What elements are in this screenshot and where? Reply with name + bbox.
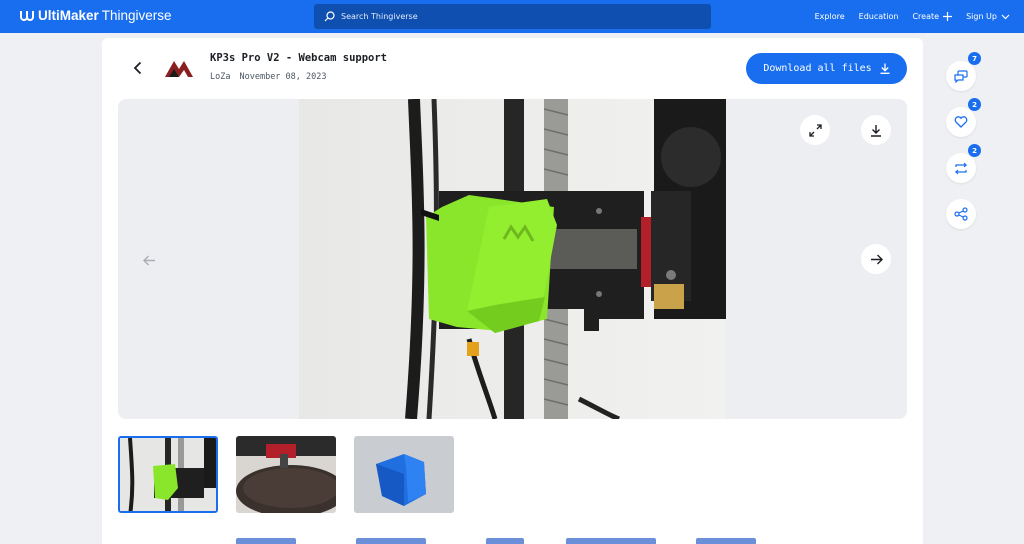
main-photo — [299, 99, 726, 419]
thumbnail-2-image — [236, 436, 336, 513]
expand-icon — [808, 123, 822, 137]
download-all-files-button[interactable]: Download all files — [746, 53, 907, 84]
remix-icon — [954, 162, 968, 174]
share-button[interactable] — [946, 199, 976, 229]
arrow-right-icon — [870, 254, 883, 264]
search-input[interactable]: Search Thingiverse — [314, 4, 711, 29]
tab-5[interactable] — [696, 538, 756, 544]
previous-image-button[interactable] — [139, 250, 159, 270]
likes-count-badge: 2 — [968, 98, 981, 111]
download-icon — [880, 63, 890, 74]
search-icon — [324, 11, 335, 22]
top-navigation-bar: UltiMaker Thingiverse Search Thingiverse… — [0, 0, 1024, 33]
author-link[interactable]: LoZa — [210, 72, 230, 82]
remixes-count-badge: 2 — [968, 144, 981, 157]
thumbnail-3[interactable] — [354, 436, 454, 513]
nav-explore[interactable]: Explore — [815, 12, 845, 21]
brand-name-light: Thingiverse — [101, 8, 172, 23]
thing-detail-tabs — [230, 534, 810, 544]
chevron-left-icon — [133, 61, 141, 75]
chevron-down-icon — [1001, 14, 1010, 19]
thing-meta: LoZa November 08, 2023 — [210, 72, 326, 82]
thumbnail-1[interactable] — [118, 436, 218, 513]
comments-button[interactable]: 7 — [946, 52, 981, 91]
top-nav-links: Explore Education Create Sign Up — [815, 0, 1010, 33]
like-button[interactable]: 2 — [946, 98, 981, 137]
tab-3[interactable] — [486, 538, 524, 544]
nav-education[interactable]: Education — [859, 12, 899, 21]
thumbnail-3-image — [354, 436, 454, 513]
comments-icon — [954, 69, 968, 83]
thumbnail-2[interactable] — [236, 436, 336, 513]
nav-signup[interactable]: Sign Up — [966, 12, 1010, 21]
creator-avatar[interactable] — [162, 55, 196, 81]
fullscreen-button[interactable] — [800, 115, 830, 145]
remix-button[interactable]: 2 — [946, 144, 981, 183]
back-button[interactable] — [127, 58, 147, 78]
ultimaker-logo-icon — [20, 11, 34, 21]
arrow-left-icon — [142, 255, 155, 265]
heart-icon — [954, 116, 968, 128]
thing-title: KP3s Pro V2 - Webcam support — [210, 52, 388, 64]
search-placeholder: Search Thingiverse — [341, 12, 418, 21]
download-label: Download all files — [763, 63, 872, 74]
tab-1[interactable] — [236, 538, 296, 544]
tab-2[interactable] — [356, 538, 426, 544]
nav-create-label: Create — [912, 12, 940, 21]
thumbnail-1-image — [120, 438, 216, 511]
download-icon — [871, 124, 881, 137]
download-image-button[interactable] — [861, 115, 891, 145]
brand-name-bold: UltiMaker — [38, 8, 99, 23]
nav-create[interactable]: Create — [912, 12, 953, 21]
publish-date: November 08, 2023 — [239, 72, 327, 82]
main-photo-image — [299, 99, 726, 419]
comments-count-badge: 7 — [968, 52, 981, 65]
plus-icon — [943, 12, 953, 21]
share-icon — [954, 207, 968, 221]
ultimaker-thingiverse-logo[interactable]: UltiMaker Thingiverse — [20, 8, 172, 23]
tab-4[interactable] — [566, 538, 656, 544]
next-image-button[interactable] — [861, 244, 891, 274]
nav-signup-label: Sign Up — [966, 12, 997, 21]
